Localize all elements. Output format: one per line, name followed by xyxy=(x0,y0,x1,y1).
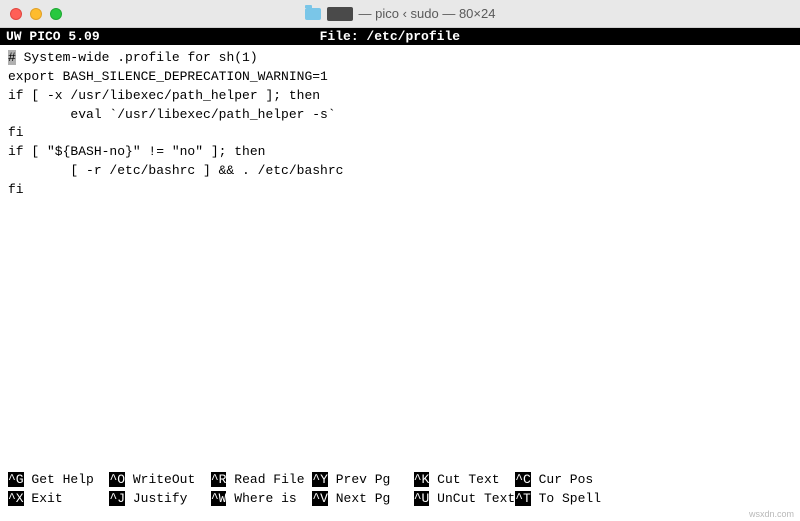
shortcut-label: WriteOut xyxy=(125,472,211,487)
shortcut-bar: ^G Get Help ^O WriteOut ^R Read File ^Y … xyxy=(0,471,800,509)
window-title: — pico ‹ sudo — 80×24 xyxy=(305,6,496,21)
minimize-icon[interactable] xyxy=(30,8,42,20)
file-path-label: File: /etc/profile xyxy=(140,29,794,44)
shortcut-label: Justify xyxy=(125,491,211,506)
code-line: fi xyxy=(8,181,792,200)
watermark: wsxdn.com xyxy=(749,509,794,519)
shortcut-label: UnCut Text xyxy=(429,491,515,506)
shortcut-label: Get Help xyxy=(24,472,110,487)
editor-status-bar: UW PICO 5.09 File: /etc/profile xyxy=(0,28,800,45)
shortcut-key-justify[interactable]: ^J xyxy=(109,491,125,506)
close-icon[interactable] xyxy=(10,8,22,20)
shortcut-label: Where is xyxy=(226,491,312,506)
code-line: [ -r /etc/bashrc ] && . /etc/bashrc xyxy=(8,162,792,181)
shortcut-key-whereis[interactable]: ^W xyxy=(211,491,227,506)
code-line: eval `/usr/libexec/path_helper -s` xyxy=(8,106,792,125)
code-line: fi xyxy=(8,124,792,143)
editor-name: UW PICO 5.09 xyxy=(6,29,140,44)
shortcut-key-spell[interactable]: ^T xyxy=(515,491,531,506)
shortcut-key-writeout[interactable]: ^O xyxy=(109,472,125,487)
shortcut-label: Exit xyxy=(24,491,110,506)
code-line: if [ "${BASH-no}" != "no" ]; then xyxy=(8,143,792,162)
shortcut-key-prevpg[interactable]: ^Y xyxy=(312,472,328,487)
shortcut-key-cut[interactable]: ^K xyxy=(414,472,430,487)
shortcut-key-help[interactable]: ^G xyxy=(8,472,24,487)
shortcut-label: Cur Pos xyxy=(531,472,617,487)
shortcut-label: Prev Pg xyxy=(328,472,414,487)
app-icon xyxy=(327,7,353,21)
shortcut-key-curpos[interactable]: ^C xyxy=(515,472,531,487)
shortcut-label: To Spell xyxy=(531,491,617,506)
editor-content[interactable]: # System-wide .profile for sh(1) export B… xyxy=(0,45,800,449)
window-title-text: — pico ‹ sudo — 80×24 xyxy=(359,6,496,21)
shortcut-label: Cut Text xyxy=(429,472,515,487)
shortcut-label: Read File xyxy=(226,472,312,487)
shortcut-key-readfile[interactable]: ^R xyxy=(211,472,227,487)
shortcut-key-uncut[interactable]: ^U xyxy=(414,491,430,506)
code-line: export BASH_SILENCE_DEPRECATION_WARNING=… xyxy=(8,68,792,87)
shortcut-key-nextpg[interactable]: ^V xyxy=(312,491,328,506)
code-line: System-wide .profile for sh(1) xyxy=(16,50,258,65)
traffic-lights xyxy=(10,8,62,20)
code-line: if [ -x /usr/libexec/path_helper ]; then xyxy=(8,87,792,106)
shortcut-key-exit[interactable]: ^X xyxy=(8,491,24,506)
shortcut-label: Next Pg xyxy=(328,491,414,506)
maximize-icon[interactable] xyxy=(50,8,62,20)
cursor: # xyxy=(8,50,16,65)
window-titlebar: — pico ‹ sudo — 80×24 xyxy=(0,0,800,28)
folder-icon xyxy=(305,8,321,20)
